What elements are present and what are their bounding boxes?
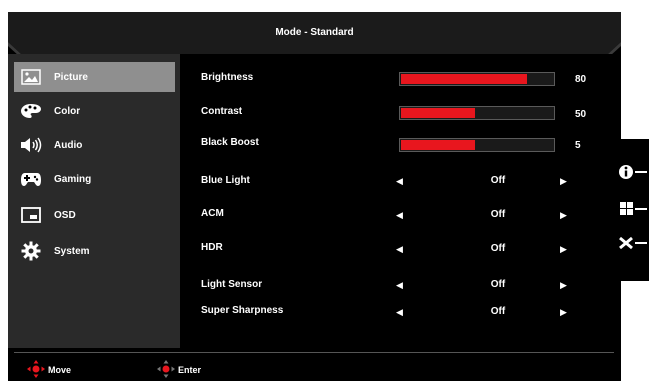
modes-grid-icon (614, 200, 648, 223)
palette-icon (20, 101, 42, 121)
hdr-value: Off (490, 243, 506, 254)
hotkey-panel (614, 139, 649, 281)
black-boost-slider[interactable] (399, 138, 555, 152)
sidebar-item-label: Audio (54, 139, 83, 151)
info-button[interactable] (614, 157, 649, 191)
super-sharpness-value: Off (490, 306, 506, 317)
picture-icon (20, 67, 42, 87)
blue-light-left-arrow-icon[interactable]: ◀ (396, 176, 403, 187)
acm-value: Off (490, 209, 506, 220)
gamepad-icon (20, 169, 42, 189)
dpad-enter-icon (156, 360, 176, 380)
sidebar-item-label: Color (54, 105, 81, 117)
contrast-value: 50 (575, 109, 587, 120)
close-button[interactable] (614, 228, 649, 262)
contrast-fill (401, 108, 475, 118)
hdr-left-arrow-icon[interactable]: ◀ (396, 244, 403, 255)
black-boost-value: 5 (575, 140, 581, 151)
super-sharpness-label: Super Sharpness (201, 305, 284, 316)
super-sharpness-right-arrow-icon[interactable]: ▶ (560, 307, 567, 318)
sidebar-item-color[interactable]: Color (8, 96, 180, 126)
blue-light-right-arrow-icon[interactable]: ▶ (560, 176, 567, 187)
brightness-label: Brightness (201, 72, 254, 83)
sidebar-item-system[interactable]: System (8, 236, 180, 266)
brightness-value: 80 (575, 74, 587, 85)
title-bar: Mode - Standard (8, 12, 621, 54)
info-icon (614, 163, 648, 186)
sidebar-item-osd[interactable]: OSD (8, 200, 180, 230)
blue-light-label: Blue Light (201, 175, 250, 186)
gear-icon (20, 241, 42, 261)
sidebar-item-label: System (54, 245, 90, 257)
contrast-slider[interactable] (399, 106, 555, 120)
brightness-fill (401, 74, 527, 84)
footer-move-label: Move (48, 365, 72, 375)
acm-label: ACM (201, 208, 224, 219)
footer-enter-label: Enter (178, 365, 202, 375)
menu-title: Mode - Standard (275, 27, 354, 38)
sidebar-item-gaming[interactable]: Gaming (8, 164, 180, 194)
acm-left-arrow-icon[interactable]: ◀ (396, 210, 403, 221)
sidebar-item-audio[interactable]: Audio (8, 130, 180, 160)
sidebar-item-label: Picture (54, 71, 88, 83)
light-sensor-left-arrow-icon[interactable]: ◀ (396, 280, 403, 291)
sidebar-item-label: Gaming (54, 173, 92, 185)
acm-right-arrow-icon[interactable]: ▶ (560, 210, 567, 221)
close-icon (614, 234, 648, 257)
modes-button[interactable] (614, 194, 649, 228)
super-sharpness-left-arrow-icon[interactable]: ◀ (396, 307, 403, 318)
speaker-icon (20, 135, 42, 155)
light-sensor-right-arrow-icon[interactable]: ▶ (560, 280, 567, 291)
hdr-right-arrow-icon[interactable]: ▶ (560, 244, 567, 255)
blue-light-value: Off (490, 175, 506, 186)
footer-enter-hint: Enter (156, 360, 201, 380)
sidebar-item-label: OSD (54, 209, 76, 221)
osd-menu: Mode - Standard Picture Color Audio Gami… (8, 12, 621, 381)
hdr-label: HDR (201, 242, 223, 253)
footer-divider (14, 352, 614, 353)
black-boost-label: Black Boost (201, 137, 259, 148)
brightness-slider[interactable] (399, 72, 555, 86)
sidebar: Picture Color Audio Gaming OSD System (8, 54, 180, 348)
light-sensor-label: Light Sensor (201, 279, 263, 290)
contrast-label: Contrast (201, 106, 243, 117)
dpad-move-icon (26, 360, 46, 380)
light-sensor-value: Off (490, 279, 506, 290)
black-boost-fill (401, 140, 475, 150)
footer-move-hint: Move (26, 360, 71, 380)
sidebar-item-picture[interactable]: Picture (14, 62, 175, 92)
osd-screen-icon (20, 205, 42, 225)
